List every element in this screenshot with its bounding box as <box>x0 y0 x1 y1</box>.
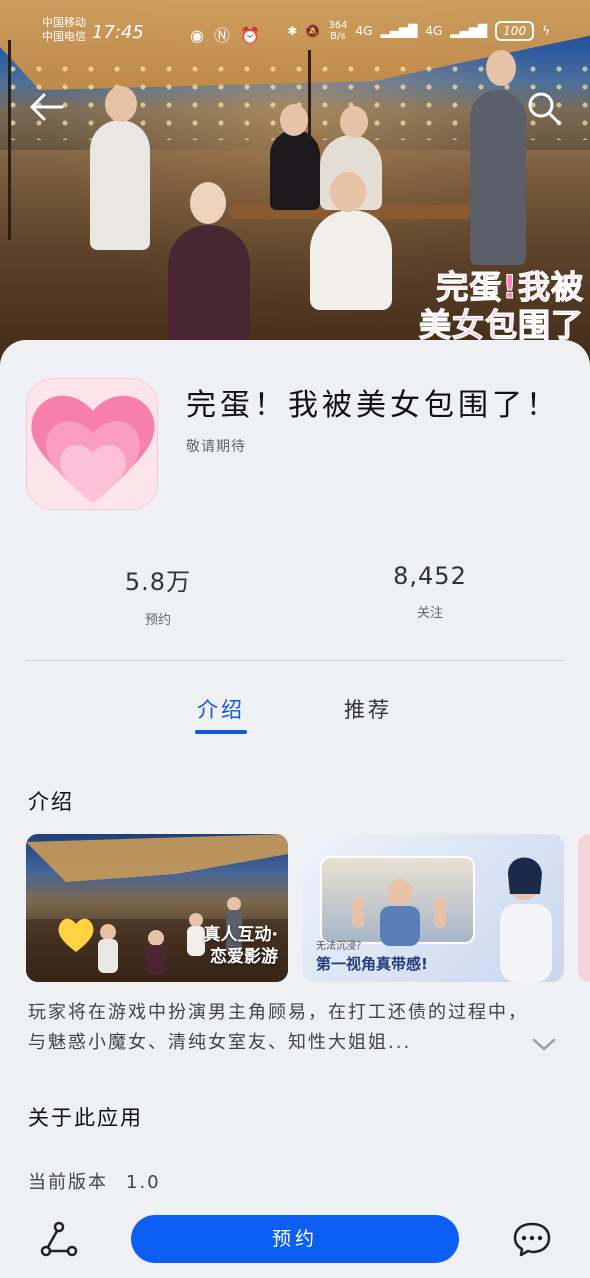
signal-2: 4G <box>425 24 443 38</box>
hero-person-head <box>486 50 516 86</box>
battery-level: 100 <box>495 21 535 41</box>
screenshot-2-person <box>352 879 446 946</box>
hero-person-head <box>190 182 226 224</box>
stat-label: 预约 <box>144 613 171 628</box>
chevron-down-icon[interactable] <box>530 1034 558 1054</box>
version-label: 当前版本 <box>28 1172 108 1193</box>
intro-description: 玩家将在游戏中扮演男主角顾易，在打工还债的过程中，与魅惑小魔女、清纯女室友、知性… <box>28 1002 528 1053</box>
stat-label: 关注 <box>416 606 443 621</box>
carrier-names: 中国移动 中国电信 <box>42 16 86 44</box>
signal-1: 4G <box>355 24 373 38</box>
divider <box>26 660 564 661</box>
screenshot-2-caption: 第一视角真带感! <box>316 955 428 973</box>
version-value: 1.0 <box>126 1172 161 1193</box>
app-title: 完蛋！我被美女包围了！ <box>186 388 560 423</box>
hero-person-head <box>105 86 137 122</box>
status-time: 17:45 <box>92 22 144 43</box>
screenshot-1-caption: 真人互动· 恋爱影游 <box>204 924 278 968</box>
hero-person <box>168 225 250 345</box>
stat-followers: 8,452 关注 <box>350 562 510 621</box>
reserve-button[interactable]: 预约 <box>131 1215 459 1263</box>
app-detail-sheet: 完蛋！我被美女包围了！ 敬请期待 5.8万 预约 8,452 关注 介绍 推荐 … <box>0 340 590 1278</box>
chat-icon[interactable] <box>512 1220 552 1258</box>
app-icon <box>26 378 158 510</box>
app-subtitle: 敬请期待 <box>186 439 246 455</box>
net-speed: 364 B/s <box>328 20 347 42</box>
screenshot-2[interactable]: 无法沉浸？ 第一视角真带感! <box>302 834 564 982</box>
net-speed-value: 364 <box>328 20 348 31</box>
nfc-icon: Ⓝ <box>213 26 240 45</box>
carrier-2: 中国电信 <box>42 30 86 43</box>
screenshot-2-portrait <box>500 857 552 982</box>
screenshot-1-caption-line-2: 恋爱影游 <box>210 947 278 967</box>
version-row: 当前版本 1.0 <box>28 1168 161 1194</box>
eye-icon: ◉ <box>190 26 214 45</box>
stat-value: 8,452 <box>393 562 467 590</box>
status-right-cluster: ✱ 🔕 364 B/s 4G ▂▄▆█ 4G ▂▄▆█ 100 ϟ <box>287 20 550 42</box>
screenshot-1[interactable]: 真人互动· 恋爱影游 <box>26 834 288 982</box>
hero-person <box>90 120 150 250</box>
search-icon[interactable] <box>526 90 562 126</box>
hero-title-line-1: 完蛋!我被 <box>436 268 584 307</box>
screenshot-2-caption-top: 无法沉浸？ <box>316 941 366 952</box>
bluetooth-icon: ✱ <box>287 24 298 38</box>
hero-person-head <box>280 104 308 136</box>
share-icon[interactable] <box>40 1220 78 1258</box>
screenshot-3-partial[interactable] <box>578 834 590 982</box>
carrier-1: 中国移动 <box>42 16 86 29</box>
status-bar: 中国移动 中国电信 17:45 ◉Ⓝ⏰ ✱ 🔕 364 B/s 4G ▂▄▆█ … <box>0 14 590 54</box>
mute-icon: 🔕 <box>305 24 321 38</box>
hero-person <box>310 210 392 310</box>
heart-icon <box>31 395 155 503</box>
screenshot-1-caption-line-1: 真人互动· <box>203 925 278 945</box>
screenshot-2-video-frame <box>320 856 475 946</box>
status-notification-icons: ◉Ⓝ⏰ <box>190 22 270 46</box>
signal-bars-icon: ▂▄▆█ <box>380 24 418 38</box>
signal-bars-icon: ▂▄▆█ <box>450 24 488 38</box>
intro-heading: 介绍 <box>28 790 74 814</box>
hero-person-head <box>330 172 366 212</box>
hero-title-overlay: 完蛋!我被 美女包围了 <box>409 268 584 345</box>
tab-recommend[interactable]: 推荐 <box>344 694 392 724</box>
hero-person-head <box>340 106 368 138</box>
tab-active-indicator <box>195 730 247 734</box>
stat-reservations: 5.8万 预约 <box>78 562 238 628</box>
arrow-left-icon[interactable] <box>28 92 64 122</box>
hero-person <box>270 130 320 210</box>
alarm-icon: ⏰ <box>239 26 270 45</box>
bottom-action-bar: 预约 <box>0 1200 590 1278</box>
net-speed-unit: B/s <box>330 31 346 42</box>
charging-icon: ϟ <box>542 24 550 38</box>
hero-person <box>470 90 526 265</box>
about-heading: 关于此应用 <box>28 1106 143 1130</box>
hero-pole <box>8 40 11 240</box>
stat-value: 5.8万 <box>124 568 192 596</box>
tab-intro[interactable]: 介绍 <box>197 694 245 724</box>
hero-title-line-2: 美女包围了 <box>418 306 584 345</box>
hero-banner: 完蛋!我被 美女包围了 <box>0 0 590 370</box>
